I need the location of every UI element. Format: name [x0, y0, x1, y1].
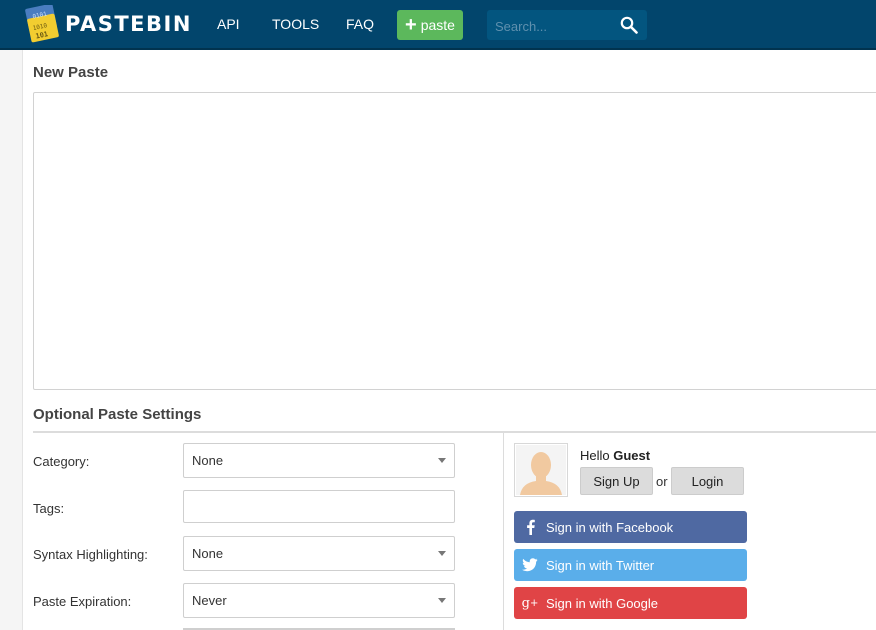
left-gutter [0, 50, 23, 630]
nav-faq-link[interactable]: FAQ [346, 16, 374, 32]
syntax-highlighting-select[interactable]: None [183, 536, 455, 571]
logo-text: PASTEBIN [65, 12, 192, 36]
hello-prefix: Hello [580, 448, 610, 463]
syntax-select-value: None [192, 546, 224, 561]
top-navbar: 0101 1010 101 PASTEBIN API TOOLS FAQ + p… [0, 0, 876, 50]
pastebin-logo-icon: 0101 1010 101 [25, 5, 59, 43]
nav-tools-link[interactable]: TOOLS [272, 16, 319, 32]
tags-input[interactable] [183, 490, 455, 523]
or-separator: or [656, 474, 668, 489]
paste-expiration-label: Paste Expiration: [33, 594, 132, 609]
category-label: Category: [33, 454, 90, 469]
avatar [514, 443, 568, 497]
hello-greeting: Hello Guest [580, 448, 650, 463]
twitter-label: Sign in with Twitter [546, 557, 655, 573]
chevron-down-icon [438, 551, 446, 556]
logo[interactable]: 0101 1010 101 PASTEBIN [24, 4, 192, 44]
syntax-highlighting-label: Syntax Highlighting: [33, 547, 148, 562]
chevron-down-icon [438, 598, 446, 603]
settings-divider [33, 431, 876, 433]
plus-icon: + [405, 14, 417, 36]
tags-label: Tags: [33, 501, 65, 516]
paste-code-textarea[interactable] [33, 92, 876, 390]
google-label: Sign in with Google [546, 595, 659, 611]
search-icon[interactable] [620, 16, 638, 34]
paste-expiration-select[interactable]: Never [183, 583, 455, 618]
login-button[interactable]: Login [671, 467, 744, 495]
nav-api-link[interactable]: API [217, 16, 240, 32]
new-paste-label: paste [420, 17, 455, 33]
optional-settings-title: Optional Paste Settings [33, 406, 202, 423]
sign-in-twitter-button[interactable]: Sign in with Twitter [514, 549, 747, 581]
category-select-value: None [192, 453, 224, 468]
chevron-down-icon [438, 458, 446, 463]
category-select[interactable]: None [183, 443, 455, 478]
sign-up-button[interactable]: Sign Up [580, 467, 653, 495]
sign-in-facebook-button[interactable]: Sign in with Facebook [514, 511, 747, 543]
google-plus-icon: g + [521, 595, 539, 611]
facebook-label: Sign in with Facebook [546, 519, 674, 535]
hello-username: Guest [613, 448, 651, 463]
new-paste-title: New Paste [33, 64, 109, 81]
column-divider [503, 433, 504, 630]
twitter-icon [514, 549, 546, 581]
expiration-select-value: Never [192, 593, 227, 608]
facebook-icon [514, 511, 546, 543]
guest-avatar-icon [516, 445, 566, 495]
search-input[interactable] [487, 10, 617, 42]
sign-in-google-button[interactable]: g + Sign in with Google [514, 587, 747, 619]
search-box [487, 10, 647, 42]
new-paste-button[interactable]: + paste [397, 10, 463, 40]
